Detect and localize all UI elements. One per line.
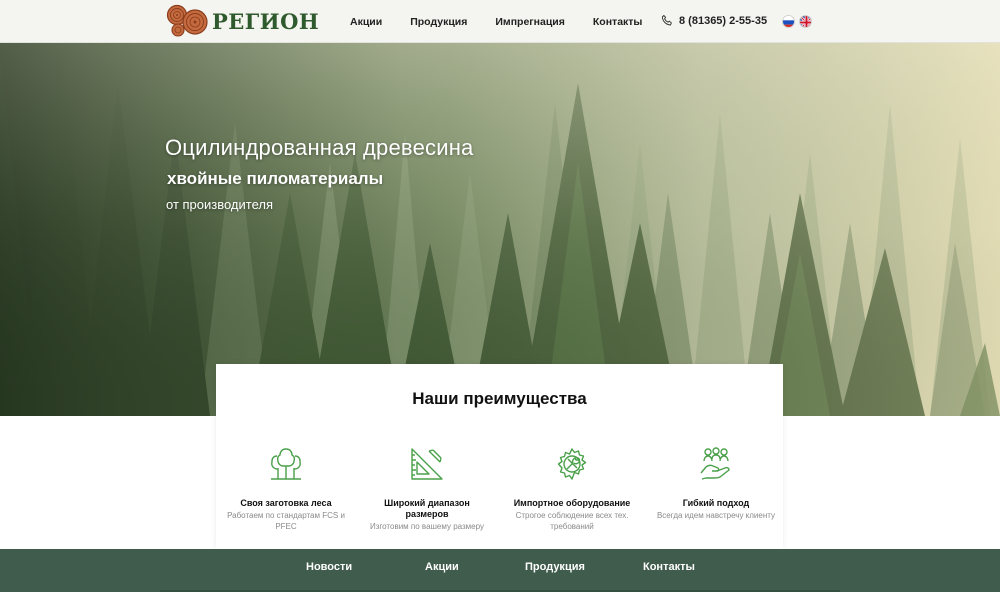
language-switcher xyxy=(782,15,816,28)
advantage-item: Своя заготовка леса Работаем по стандарт… xyxy=(222,446,350,532)
hero-banner: Оцилиндрованная древесина хвойные пилома… xyxy=(0,43,1000,416)
forest-background-image xyxy=(0,43,1000,416)
lang-en-flag-icon[interactable] xyxy=(799,15,812,28)
handshake-icon xyxy=(700,447,730,480)
hero-tagline: от производителя xyxy=(166,197,274,212)
site-header: РЕГИОН Акции Продукция Импрегнация Конта… xyxy=(0,0,1000,43)
phone-contact[interactable]: 8 (81365) 2-55-35 xyxy=(660,14,767,28)
hero-title: Оцилиндрованная древесина xyxy=(165,135,474,160)
logo-wood-rings-icon xyxy=(166,4,208,37)
nav-item-products[interactable]: Продукция xyxy=(410,16,467,28)
footer-nav-news[interactable]: Новости xyxy=(306,561,352,573)
nav-item-impregnation[interactable]: Импрегнация xyxy=(495,16,565,28)
hero-heading: Оцилиндрованная древесина хвойные пилома… xyxy=(165,135,473,212)
footer-nav-products[interactable]: Продукция xyxy=(525,561,585,573)
advantage-item: Гибкий подход Всегда идем навстречу клие… xyxy=(652,446,780,521)
advantages-card: Наши преимущества Своя заготовка леса Ра… xyxy=(216,364,783,549)
footer-nav-contacts[interactable]: Контакты xyxy=(643,561,695,573)
advantage-item: Импортное оборудование Строгое соблюдени… xyxy=(508,446,636,532)
ruler-triangle-icon xyxy=(411,448,443,480)
footer-nav-promotions[interactable]: Акции xyxy=(425,561,459,573)
gear-tools-icon xyxy=(557,448,587,480)
footer-nav: Новости Акции Продукция Контакты xyxy=(0,549,1000,592)
main-nav: Акции Продукция Импрегнация Контакты xyxy=(350,0,670,43)
hero-subtitle: хвойные пиломатериалы xyxy=(167,169,384,188)
lang-ru-flag-icon[interactable] xyxy=(782,15,795,28)
advantage-item: Широкий диапазон размеров Изготовим по в… xyxy=(363,446,491,532)
nav-item-contacts[interactable]: Контакты xyxy=(593,16,643,28)
trees-icon xyxy=(271,448,301,480)
nav-item-promotions[interactable]: Акции xyxy=(350,16,382,28)
logo[interactable]: РЕГИОН xyxy=(166,4,319,38)
footer-nav-bar: Новости Акции Продукция Контакты xyxy=(0,549,1000,592)
phone-icon xyxy=(661,14,672,26)
advantages-title: Наши преимущества xyxy=(412,389,587,408)
logo-text: РЕГИОН xyxy=(212,8,320,34)
phone-number: 8 (81365) 2-55-35 xyxy=(679,15,768,27)
